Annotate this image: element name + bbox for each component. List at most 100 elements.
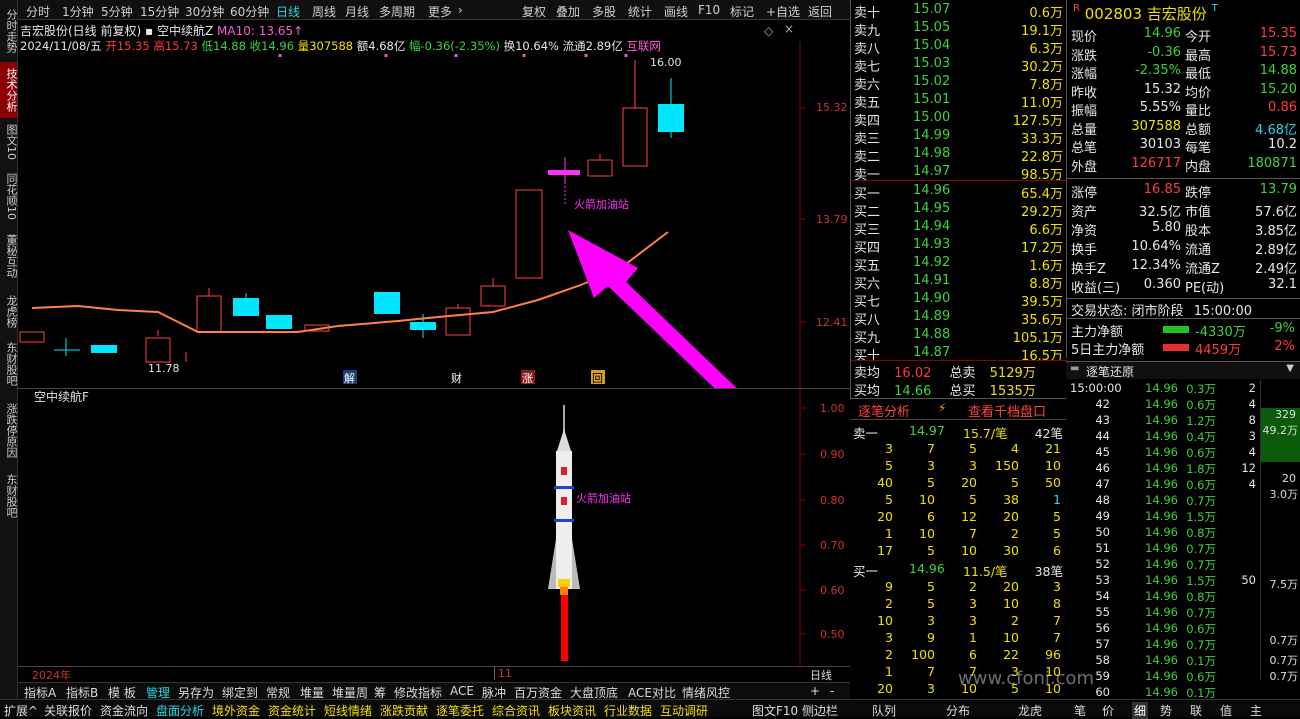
- bid-row[interactable]: 买九 14.88 105.1万: [851, 326, 1067, 346]
- tool-button[interactable]: 返回: [808, 3, 832, 20]
- nav-item-3[interactable]: 同花顺10: [0, 170, 18, 222]
- period-tab-active[interactable]: 日线: [276, 3, 300, 20]
- nav-item-2[interactable]: 图文10: [0, 122, 18, 162]
- marker[interactable]: 解: [344, 371, 355, 385]
- bid-row[interactable]: 买三 14.94 6.6万: [851, 218, 1067, 238]
- bid-row[interactable]: 买一 14.96 65.4万: [851, 182, 1067, 202]
- nav-item-1[interactable]: 技术分析: [0, 62, 18, 118]
- diamond-icon[interactable]: ◇: [764, 24, 773, 38]
- ask-row[interactable]: 卖九 15.05 19.1万: [851, 19, 1067, 39]
- depth-button[interactable]: 查看千档盘口: [968, 401, 1046, 420]
- bid-row[interactable]: 买五 14.92 1.6万: [851, 254, 1067, 274]
- tick-count: 4: [1248, 477, 1256, 491]
- status-item[interactable]: 板块资讯: [548, 702, 596, 719]
- nav-item-6[interactable]: 东财股吧: [0, 338, 18, 390]
- period-label[interactable]: 日线: [810, 667, 832, 683]
- status-item[interactable]: 行业数据: [604, 702, 652, 719]
- tool-button[interactable]: 多股: [592, 3, 616, 20]
- period-tab[interactable]: 月线: [345, 3, 369, 20]
- ask-row[interactable]: 卖六 15.02 7.8万: [851, 73, 1067, 93]
- ma-label: MA10: 13.65↑: [217, 24, 304, 38]
- flash-icon[interactable]: ⚡: [938, 401, 946, 415]
- ask-row[interactable]: 卖十 15.07 0.6万: [851, 1, 1067, 21]
- period-tab[interactable]: 5分钟: [101, 3, 133, 20]
- nav-item-0[interactable]: 分时走势: [0, 2, 18, 60]
- status-tab[interactable]: 分布: [946, 702, 970, 719]
- status-item[interactable]: 境外资金: [212, 702, 260, 719]
- tick-analysis-button[interactable]: 逐笔分析: [858, 401, 910, 420]
- tool-button[interactable]: 统计: [628, 3, 652, 20]
- status-tab[interactable]: 势: [1160, 702, 1172, 719]
- ask-row[interactable]: 卖二 14.98 22.8万: [851, 145, 1067, 165]
- ask-row[interactable]: 卖七 15.03 30.2万: [851, 55, 1067, 75]
- status-tab[interactable]: 主: [1250, 702, 1262, 719]
- info-label: 跌停: [1185, 186, 1212, 201]
- ask-row[interactable]: 卖三 14.99 33.3万: [851, 127, 1067, 147]
- status-item[interactable]: 关联报价: [44, 702, 92, 719]
- marker[interactable]: 财: [451, 371, 462, 385]
- queue-row: 3 9 1 10 7: [853, 630, 1065, 647]
- period-tab[interactable]: 分时: [26, 3, 50, 20]
- period-tab[interactable]: 30分钟: [185, 3, 224, 20]
- period-tab[interactable]: 60分钟: [230, 3, 269, 20]
- status-item[interactable]: 扩展^: [4, 702, 38, 719]
- bid-row[interactable]: 买二 14.95 29.2万: [851, 200, 1067, 220]
- nav-item-7[interactable]: 涨跌停原因: [0, 398, 18, 462]
- status-item[interactable]: 侧边栏: [802, 702, 838, 719]
- close-icon[interactable]: ×: [784, 22, 794, 36]
- bid-row[interactable]: 买七 14.90 39.5万: [851, 290, 1067, 310]
- tool-button[interactable]: 复权: [522, 3, 546, 20]
- chevron-down-icon[interactable]: ▼: [1286, 363, 1294, 374]
- close-icon[interactable]: ▪: [145, 24, 157, 38]
- status-tab[interactable]: 队列: [872, 702, 896, 719]
- bid-row[interactable]: 买四 14.93 17.2万: [851, 236, 1067, 256]
- status-tab[interactable]: 联: [1190, 702, 1202, 719]
- status-tab[interactable]: 笔: [1074, 702, 1086, 719]
- status-item[interactable]: 资金统计: [268, 702, 316, 719]
- tool-button[interactable]: F10: [698, 3, 720, 17]
- status-item[interactable]: 短线情绪: [324, 702, 372, 719]
- period-tab[interactable]: 多周期: [379, 3, 415, 20]
- nav-item-5[interactable]: 龙虎榜: [0, 290, 18, 332]
- status-item[interactable]: 图文F10: [752, 702, 798, 719]
- more-menu[interactable]: 更多: [428, 3, 452, 20]
- ask-row[interactable]: 卖一 14.97 98.5万: [851, 163, 1067, 183]
- tool-button[interactable]: 叠加: [556, 3, 580, 20]
- kline-chart[interactable]: 15.32 13.79 12.41 16.00 11.78 火箭加油站 解 财 …: [18, 42, 850, 430]
- nav-item-4[interactable]: 董秘互动: [0, 230, 18, 282]
- bid-row[interactable]: 买八 14.89 35.6万: [851, 308, 1067, 328]
- status-tab[interactable]: 龙虎: [1018, 702, 1042, 719]
- tick-price: 14.96: [1145, 493, 1178, 507]
- status-item[interactable]: 互动调研: [660, 702, 708, 719]
- status-item[interactable]: 综合资讯: [492, 702, 540, 719]
- status-item[interactable]: 资金流向: [100, 702, 148, 719]
- chevron-right-icon[interactable]: ›: [458, 3, 463, 17]
- ask-row[interactable]: 卖八 15.04 6.3万: [851, 37, 1067, 57]
- period-tab[interactable]: 1分钟: [62, 3, 94, 20]
- period-tab[interactable]: 15分钟: [140, 3, 179, 20]
- minus-icon[interactable]: -: [830, 684, 834, 698]
- status-item[interactable]: 涨跌贡献: [380, 702, 428, 719]
- tool-button[interactable]: 标记: [730, 3, 754, 20]
- bid-row[interactable]: 买六 14.91 8.8万: [851, 272, 1067, 292]
- sub-indicator-chart[interactable]: 空中续航F 1.00 0.90 0.80 0.70 0.60 0.50 火箭加油…: [18, 388, 850, 667]
- status-tab-active[interactable]: 细: [1132, 702, 1149, 719]
- indicator-name[interactable]: 空中续航Z: [157, 24, 213, 38]
- indicator-tab[interactable]: ACE: [450, 684, 474, 698]
- ask-row[interactable]: 卖五 15.01 11.0万: [851, 91, 1067, 111]
- status-tab[interactable]: 价: [1102, 702, 1114, 719]
- tool-button[interactable]: 画线: [664, 3, 688, 20]
- minus-icon[interactable]: ▬: [1070, 363, 1079, 374]
- status-item[interactable]: 逐笔委托: [436, 702, 484, 719]
- marker[interactable]: 回: [592, 372, 603, 385]
- status-item[interactable]: 盘面分析: [156, 702, 204, 719]
- marker[interactable]: 涨: [522, 372, 533, 385]
- status-tab[interactable]: 值: [1220, 702, 1232, 719]
- add-icon[interactable]: +: [810, 684, 820, 698]
- nav-item-8[interactable]: 东财股吧: [0, 470, 18, 522]
- period-tab[interactable]: 周线: [312, 3, 336, 20]
- tick-time: 49: [1095, 509, 1110, 523]
- tool-button[interactable]: +自选: [766, 3, 800, 20]
- bid-price: 14.93: [913, 237, 951, 252]
- ask-row[interactable]: 卖四 15.00 127.5万: [851, 109, 1067, 129]
